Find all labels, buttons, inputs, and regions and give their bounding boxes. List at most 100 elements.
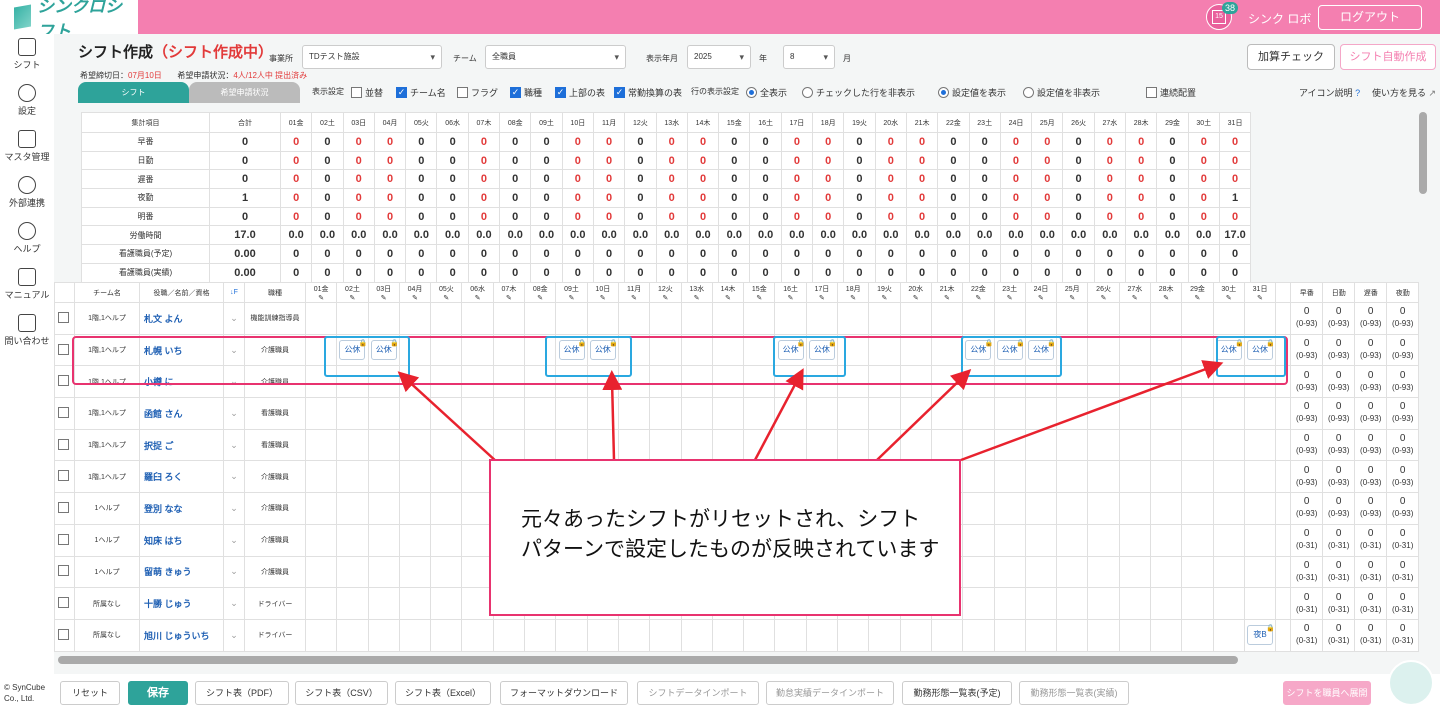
row-checkbox[interactable]: [57, 628, 69, 640]
shift-cell[interactable]: [774, 428, 807, 462]
pencil-icon[interactable]: ✎: [412, 295, 418, 302]
shift-cell[interactable]: [1087, 302, 1120, 335]
shift-cell[interactable]: [1150, 587, 1183, 620]
shift-cell[interactable]: [398, 492, 432, 525]
vertical-scrollbar[interactable]: [1419, 112, 1427, 194]
shift-cell[interactable]: [1024, 397, 1058, 430]
display-option-5[interactable]: ✓ 常勤換算の表: [614, 86, 682, 99]
howto-link[interactable]: 使い方を見る ↗: [1372, 86, 1436, 99]
shift-cell[interactable]: [649, 618, 682, 652]
shift-cell[interactable]: [398, 302, 432, 335]
shift-cell[interactable]: [930, 618, 964, 652]
shift-cell[interactable]: [1087, 428, 1120, 462]
expand-icon[interactable]: ⌄: [223, 587, 245, 620]
shift-cell[interactable]: [336, 492, 369, 525]
shift-cell[interactable]: [1024, 302, 1058, 335]
shift-cell[interactable]: [1087, 523, 1120, 557]
shift-cell[interactable]: [711, 397, 745, 430]
shift-cell[interactable]: [1087, 555, 1120, 589]
shift-cell[interactable]: [1024, 460, 1058, 494]
pencil-icon[interactable]: ✎: [506, 295, 512, 302]
shift-cell[interactable]: [586, 302, 619, 335]
sidebar-item-1[interactable]: 設定: [0, 84, 54, 126]
shift-cell[interactable]: [962, 428, 995, 462]
pencil-icon[interactable]: ✎: [600, 295, 606, 302]
row-checkbox[interactable]: [57, 565, 69, 577]
shift-cell[interactable]: [1056, 555, 1089, 589]
row-checkbox-cell[interactable]: [54, 555, 75, 589]
shift-cell[interactable]: [555, 397, 588, 430]
shift-cell[interactable]: [492, 428, 526, 462]
shift-cell[interactable]: [1243, 460, 1277, 494]
shift-cell[interactable]: [430, 397, 463, 430]
shift-cell[interactable]: [868, 618, 901, 652]
shift-cell[interactable]: [899, 618, 932, 652]
shift-cell[interactable]: [993, 397, 1026, 430]
shift-cell[interactable]: [993, 428, 1026, 462]
pencil-icon[interactable]: ✎: [1007, 295, 1013, 302]
shift-cell[interactable]: [993, 555, 1026, 589]
shift-cell[interactable]: [962, 555, 995, 589]
shift-cell[interactable]: [398, 523, 432, 557]
row-checkbox-cell[interactable]: [54, 523, 75, 557]
horizontal-scrollbar[interactable]: [58, 656, 1238, 664]
radio-button[interactable]: [938, 87, 949, 98]
shift-cell[interactable]: [304, 460, 338, 494]
shift-cell[interactable]: 夜B 🔒: [1243, 618, 1277, 652]
display-option-4[interactable]: ✓ 上部の表: [555, 86, 605, 99]
shift-cell[interactable]: [930, 428, 964, 462]
shift-cell[interactable]: [680, 428, 713, 462]
option-checkbox[interactable]: [351, 87, 362, 98]
shift-cell[interactable]: [367, 428, 400, 462]
shift-cell[interactable]: [962, 397, 995, 430]
shift-cell[interactable]: [367, 492, 400, 525]
shift-cell[interactable]: [304, 555, 338, 589]
staff-name[interactable]: 札文 よん: [139, 302, 224, 335]
team-select[interactable]: 全職員: [485, 45, 626, 69]
shift-cell[interactable]: [1024, 555, 1058, 589]
shift-cell[interactable]: [743, 428, 776, 462]
shift-cell[interactable]: [711, 618, 745, 652]
shift-cell[interactable]: [336, 397, 369, 430]
shift-cell[interactable]: [367, 397, 400, 430]
sidebar-item-5[interactable]: マニュアル: [0, 268, 54, 310]
staff-name[interactable]: 知床 はち: [139, 523, 224, 557]
option-checkbox[interactable]: ✓: [396, 87, 407, 98]
shift-cell[interactable]: [837, 397, 870, 430]
consecutive-checkbox[interactable]: [1146, 87, 1157, 98]
pencil-icon[interactable]: ✎: [569, 295, 575, 302]
shift-cell[interactable]: [930, 397, 964, 430]
app-logo[interactable]: シンクロシフト: [0, 0, 138, 41]
shift-cell[interactable]: [805, 397, 839, 430]
pencil-icon[interactable]: ✎: [1069, 295, 1075, 302]
shift-cell[interactable]: [1056, 302, 1089, 335]
shift-cell[interactable]: [649, 397, 682, 430]
shift-cell[interactable]: [336, 302, 369, 335]
shift-cell[interactable]: [1056, 523, 1089, 557]
shift-cell[interactable]: [1087, 618, 1120, 652]
shift-cell[interactable]: [1243, 523, 1277, 557]
shift-cell[interactable]: [1024, 618, 1058, 652]
shift-cell[interactable]: [524, 302, 557, 335]
staff-name[interactable]: 旭川 じゅういち: [139, 618, 224, 652]
shift-cell[interactable]: [430, 460, 463, 494]
pencil-icon[interactable]: ✎: [913, 295, 919, 302]
shift-cell[interactable]: [461, 397, 494, 430]
shift-cell[interactable]: [1150, 523, 1183, 557]
shift-cell[interactable]: [649, 302, 682, 335]
publish-button[interactable]: シフトを職員へ展開: [1283, 681, 1371, 705]
pencil-icon[interactable]: ✎: [1257, 295, 1263, 302]
shift-cell[interactable]: [430, 523, 463, 557]
pencil-icon[interactable]: ✎: [788, 295, 794, 302]
shift-cell[interactable]: [1212, 555, 1245, 589]
row-checkbox[interactable]: [57, 406, 69, 418]
shift-cell[interactable]: [993, 618, 1026, 652]
shift-cell[interactable]: [868, 428, 901, 462]
shift-cell[interactable]: [993, 523, 1026, 557]
shift-cell[interactable]: [1087, 492, 1120, 525]
shift-cell[interactable]: [430, 618, 463, 652]
shift-cell[interactable]: [680, 302, 713, 335]
shift-cell[interactable]: [430, 492, 463, 525]
shift-cell[interactable]: [743, 302, 776, 335]
radio-button[interactable]: [1023, 87, 1034, 98]
